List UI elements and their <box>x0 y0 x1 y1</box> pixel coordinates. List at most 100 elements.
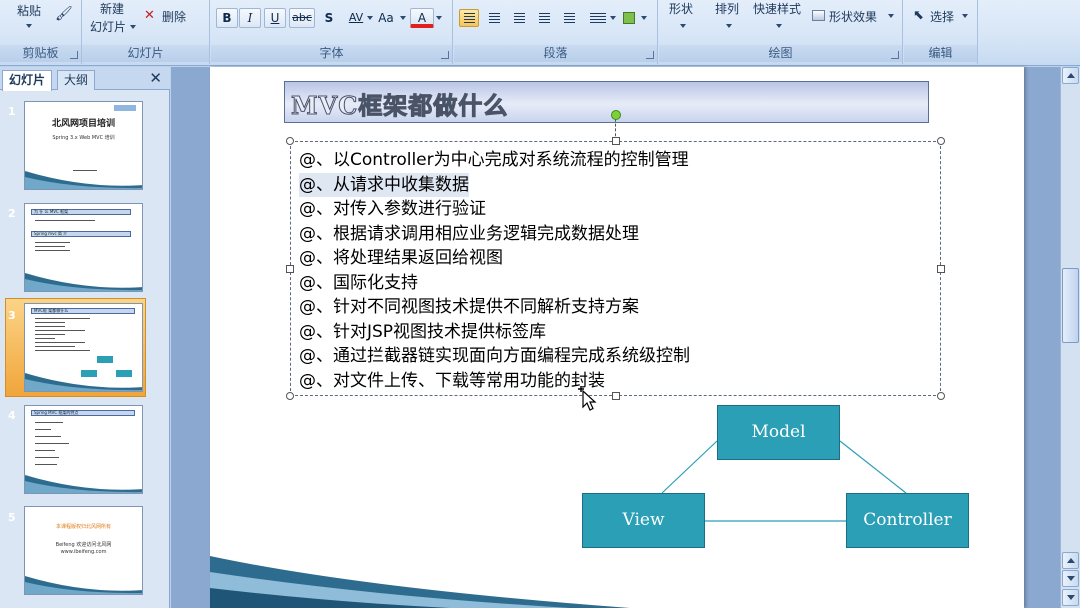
clipboard-launcher[interactable] <box>70 51 78 59</box>
thumbnail-model-node <box>97 356 113 363</box>
select-dropdown[interactable] <box>962 14 968 18</box>
slide-number: 3 <box>8 309 16 322</box>
slide-wave-decoration <box>25 576 142 594</box>
slides-group: 新建 幻灯片 ✕ 删除 幻灯片 <box>82 0 210 64</box>
align-right-button[interactable] <box>509 9 529 27</box>
thumbnail-text-line <box>35 334 65 335</box>
shape-effects-button[interactable]: 形状效果 <box>829 8 877 25</box>
new-slide-label[interactable]: 新建 <box>100 0 124 17</box>
slide-number: 4 <box>8 409 16 422</box>
distributed-button[interactable] <box>559 9 579 27</box>
font-color-dropdown[interactable] <box>436 16 442 20</box>
drawing-group-label: 绘图 <box>659 45 902 62</box>
quick-styles-dropdown[interactable] <box>776 24 782 28</box>
thumbnail-heading: 本课程版权归北风网所有 <box>55 524 111 530</box>
arrange-dropdown[interactable] <box>726 24 732 28</box>
slide-thumbnail-2[interactable]: 为 什 么 MVC 框架 Spring mvc 简 介 <box>24 203 143 292</box>
change-case-button[interactable]: Aa <box>374 8 398 28</box>
character-spacing-button[interactable]: AV <box>342 8 370 28</box>
bold-button[interactable]: B <box>216 8 238 28</box>
format-painter-icon[interactable]: 🖌 <box>55 6 73 22</box>
scroll-up-button[interactable] <box>1062 67 1079 84</box>
paste-button[interactable]: 粘贴 <box>17 2 41 19</box>
shape-effects-icon <box>812 10 825 21</box>
character-spacing-dropdown[interactable] <box>367 16 373 20</box>
thumbnail-text-line <box>35 338 55 339</box>
close-pane-icon[interactable]: ✕ <box>149 69 162 87</box>
smartart-dropdown[interactable] <box>641 16 647 20</box>
strikethrough-button[interactable]: abc <box>289 8 315 28</box>
thumbnail-text-line <box>35 457 59 458</box>
double-arrow-up-icon <box>1067 558 1075 563</box>
thumbnail-text-line <box>35 318 90 319</box>
smartart-button[interactable] <box>619 9 639 27</box>
logo-icon <box>114 105 136 111</box>
clipboard-group: 粘贴 🖌 剪贴板 <box>0 0 82 64</box>
slide-number: 1 <box>8 105 16 118</box>
previous-slide-button[interactable] <box>1062 552 1079 569</box>
shapes-dropdown[interactable] <box>680 24 686 28</box>
slide-thumbnail-1[interactable]: 北风网项目培训 Spring 3.x Web MVC 培训 <box>24 101 143 190</box>
paragraph-launcher[interactable] <box>646 51 654 59</box>
text-shadow-button[interactable]: S <box>318 8 340 28</box>
align-center-icon <box>489 13 500 24</box>
thumbnail-text-line <box>35 326 65 327</box>
font-color-button[interactable]: A <box>410 8 434 28</box>
thumbnail-text-line <box>35 450 55 451</box>
slide-wave-decoration <box>25 171 142 189</box>
columns-button[interactable] <box>585 9 611 27</box>
slide-number: 2 <box>8 207 16 220</box>
align-right-icon <box>514 13 525 24</box>
scroll-down-button[interactable] <box>1062 589 1079 606</box>
vertical-scrollbar[interactable] <box>1060 67 1080 608</box>
pane-tabs: 幻灯片 大纲 ✕ <box>0 67 170 91</box>
drawing-launcher[interactable] <box>891 51 899 59</box>
italic-button[interactable]: I <box>239 8 261 28</box>
change-case-dropdown[interactable] <box>400 16 406 20</box>
thumbnail-text-line <box>35 346 75 347</box>
justify-icon <box>539 13 550 24</box>
thumbnail-text-line <box>35 342 85 343</box>
new-slide-dropdown[interactable] <box>130 25 136 29</box>
arrange-button[interactable]: 排列 <box>715 0 739 17</box>
drawing-group: 形状 排列 快速样式 形状效果 绘图 <box>659 0 903 64</box>
slide-thumbnail-4[interactable]: Spring MVC 框架的特点 <box>24 405 143 494</box>
tab-slides[interactable]: 幻灯片 <box>2 70 53 91</box>
columns-dropdown[interactable] <box>610 16 616 20</box>
thumbnail-text: www.ibeifeng.com <box>60 549 107 555</box>
select-button[interactable]: 选择 <box>930 8 954 25</box>
paste-dropdown[interactable] <box>26 24 32 28</box>
thumbnail-text-line <box>35 422 63 423</box>
thumbnail-text-line <box>35 330 85 331</box>
editing-group-label: 编辑 <box>904 45 977 62</box>
ribbon: 粘贴 🖌 剪贴板 新建 幻灯片 ✕ 删除 幻灯片 B I U abc S AV … <box>0 0 1080 66</box>
align-left-icon <box>464 13 475 24</box>
justify-button[interactable] <box>534 9 554 27</box>
thumbnail-text-line <box>35 246 65 247</box>
font-launcher[interactable] <box>441 51 449 59</box>
delete-slide-button[interactable]: 删除 <box>162 8 186 25</box>
thumbnail-text: Beifeng 欢迎访问北风网 <box>55 542 112 548</box>
thumbnail-text-line <box>35 250 70 251</box>
new-slide-button[interactable]: 幻灯片 <box>90 18 126 35</box>
slide-thumbnail-3[interactable]: MVC框 架都做什么 <box>24 303 143 392</box>
next-slide-button[interactable] <box>1062 570 1079 587</box>
quick-styles-button[interactable]: 快速样式 <box>753 0 801 17</box>
shape-effects-dropdown[interactable] <box>888 14 894 18</box>
shapes-button[interactable]: 形状 <box>669 0 693 17</box>
underline-button[interactable]: U <box>264 8 286 28</box>
model-node[interactable]: Model <box>717 405 840 460</box>
thumbnail-text-line <box>35 429 51 430</box>
clipboard-group-label: 剪贴板 <box>0 45 81 62</box>
delete-slide-icon[interactable]: ✕ <box>144 8 155 23</box>
tab-outline[interactable]: 大纲 <box>57 70 96 90</box>
slide-thumbnail-5[interactable]: 本课程版权归北风网所有 Beifeng 欢迎访问北风网 www.ibeifeng… <box>24 506 143 595</box>
align-left-button[interactable] <box>459 9 479 27</box>
align-center-button[interactable] <box>484 9 504 27</box>
smartart-icon <box>623 12 635 24</box>
arrow-down-icon <box>1067 595 1075 600</box>
scroll-thumb[interactable] <box>1062 268 1079 343</box>
thumbnail-text-line <box>35 220 95 221</box>
select-cursor-icon: ⬉ <box>913 8 924 23</box>
slide-canvas[interactable]: MVC框架都做什么 @、以Controller为中心完成对系统流程的控制管理 @… <box>210 67 1024 608</box>
